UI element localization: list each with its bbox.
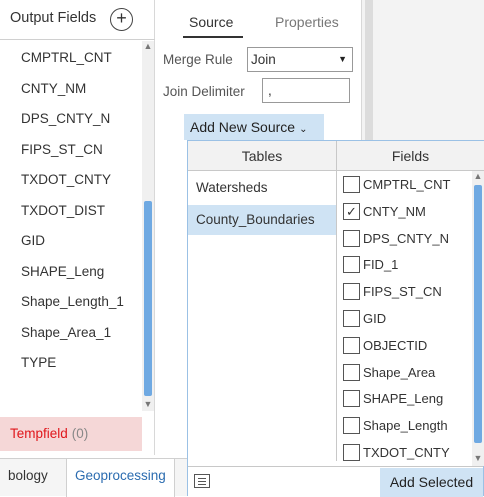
scroll-down-arrow-icon[interactable]: ▼ xyxy=(472,453,484,463)
merge-rule-select[interactable]: Join ▼ xyxy=(247,47,353,72)
field-checkbox[interactable] xyxy=(343,336,360,354)
field-checkbox-label: GID xyxy=(363,311,387,326)
field-checkbox[interactable] xyxy=(343,176,360,193)
join-delimiter-input[interactable]: , xyxy=(262,78,350,103)
tables-list: Watersheds County_Boundaries xyxy=(188,171,337,461)
active-tab-indicator xyxy=(183,36,243,38)
field-checkbox[interactable] xyxy=(343,363,360,381)
output-fields-header: Output Fields + xyxy=(0,0,155,40)
tab-properties[interactable]: Properties xyxy=(275,14,339,30)
table-item[interactable]: County_Boundaries xyxy=(188,205,336,235)
field-checkbox-label: TXDOT_CNTY xyxy=(363,445,450,460)
output-fields-scrollbar[interactable]: ▲ ▼ xyxy=(142,41,154,411)
fields-checklist: CMPTRL_CNT ✓ CNTY_NM DPS_CNTY_N FID_1 FIPS_ST… xyxy=(338,171,472,466)
list-icon[interactable] xyxy=(194,474,210,488)
field-checkbox[interactable] xyxy=(343,390,360,408)
output-field-item[interactable]: TXDOT_DIST xyxy=(0,196,142,226)
tab-symbology[interactable]: bology xyxy=(8,468,48,483)
field-checkbox[interactable] xyxy=(343,417,360,435)
scroll-thumb[interactable] xyxy=(144,201,152,396)
scroll-up-arrow-icon[interactable]: ▲ xyxy=(472,171,484,181)
field-checkbox[interactable]: ✓ xyxy=(343,202,360,220)
output-field-item[interactable]: CNTY_NM xyxy=(0,74,142,104)
fields-scrollbar[interactable]: ▲ ▼ xyxy=(472,171,484,466)
output-field-item[interactable]: DPS_CNTY_N xyxy=(0,104,142,134)
scroll-down-arrow-icon[interactable]: ▼ xyxy=(142,399,154,409)
field-checkbox-label: CNTY_NM xyxy=(363,203,426,219)
right-panel-splitter[interactable] xyxy=(365,0,373,140)
merge-rule-value: Join xyxy=(251,52,276,67)
join-delimiter-label: Join Delimiter xyxy=(163,84,245,99)
table-item[interactable]: Watersheds xyxy=(188,173,336,203)
tab-source[interactable]: Source xyxy=(189,14,233,30)
field-checkbox[interactable] xyxy=(343,283,360,301)
output-field-item[interactable]: Shape_Area_1 xyxy=(0,318,142,348)
field-checkbox-label: SHAPE_Leng xyxy=(363,391,444,407)
output-field-item[interactable]: FIPS_ST_CN xyxy=(0,135,142,165)
plus-circle-icon: + xyxy=(116,8,127,28)
field-checkbox-label: DPS_CNTY_N xyxy=(363,230,449,246)
output-field-item[interactable]: CMPTRL_CNT xyxy=(0,43,142,73)
field-checkbox[interactable] xyxy=(343,256,360,274)
output-field-list: CMPTRL_CNT CNTY_NM DPS_CNTY_N FIPS_ST_CN TXD… xyxy=(0,41,142,451)
field-checkbox-label: Shape_Length xyxy=(363,418,448,434)
scroll-up-arrow-icon[interactable]: ▲ xyxy=(142,41,154,51)
tempfield-count: (0) xyxy=(71,426,89,441)
add-selected-button[interactable]: Add Selected xyxy=(380,468,483,497)
fields-column-header: Fields xyxy=(337,141,484,171)
tables-column-header: Tables xyxy=(188,141,337,171)
add-new-source-button[interactable]: Add New Source ⌄ xyxy=(184,114,324,140)
bottom-tab-bar: bology Geoprocessing xyxy=(0,458,188,497)
field-checkbox-label: FID_1 xyxy=(363,257,399,273)
check-icon: ✓ xyxy=(346,203,357,219)
output-field-item[interactable]: TXDOT_CNTY xyxy=(0,165,142,195)
tempfield-name: Tempfield xyxy=(10,426,68,441)
output-fields-title: Output Fields xyxy=(10,10,97,26)
field-checkbox[interactable] xyxy=(343,229,360,247)
field-checkbox-label: CMPTRL_CNT xyxy=(363,177,451,192)
field-checkbox[interactable] xyxy=(343,444,360,461)
dropdown-footer: Add Selected xyxy=(188,466,483,497)
merge-rule-label: Merge Rule xyxy=(163,52,233,67)
right-panel-background xyxy=(362,0,484,140)
output-fields-panel: Output Fields + CMPTRL_CNT CNTY_NM DPS_CNT… xyxy=(0,0,155,455)
field-checkbox-label: OBJECTID xyxy=(363,337,428,353)
output-field-item[interactable]: SHAPE_Leng xyxy=(0,257,142,287)
field-checkbox-label: Shape_Area xyxy=(363,364,436,380)
output-field-item-tempfield[interactable]: Tempfield (0) xyxy=(0,417,142,451)
output-field-item[interactable]: TYPE xyxy=(0,348,142,378)
tab-geoprocessing[interactable]: Geoprocessing xyxy=(66,459,175,497)
field-checkbox[interactable] xyxy=(343,310,360,327)
caret-down-icon: ▼ xyxy=(338,54,347,64)
field-checkbox-label: FIPS_ST_CN xyxy=(363,284,442,300)
output-field-item[interactable]: Shape_Length_1 xyxy=(0,287,142,317)
add-new-source-label: Add New Source xyxy=(190,119,296,135)
add-source-dropdown: Tables Fields Watersheds County_Boundarie… xyxy=(187,140,484,497)
output-field-item[interactable]: GID xyxy=(0,226,142,256)
chevron-down-icon: ⌄ xyxy=(299,124,308,135)
scroll-thumb[interactable] xyxy=(474,185,482,443)
add-field-button[interactable]: + xyxy=(110,8,133,31)
